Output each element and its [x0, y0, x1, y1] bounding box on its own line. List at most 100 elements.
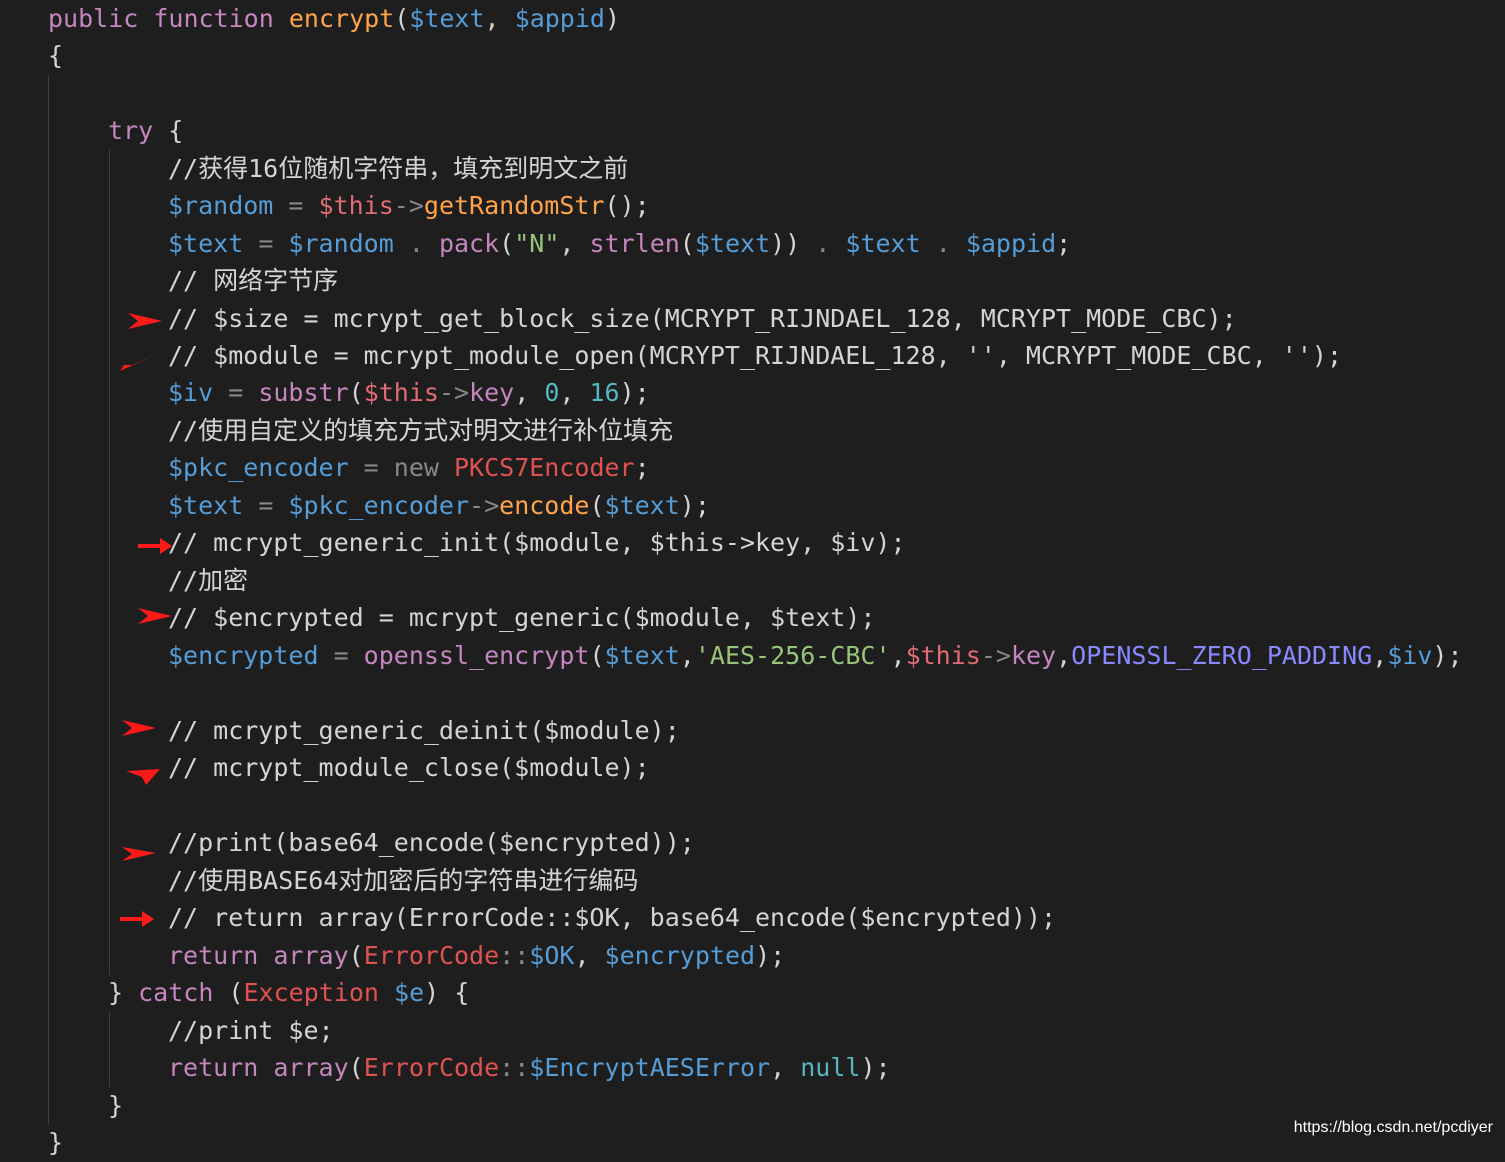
code-token-variable: $iv	[1387, 641, 1433, 670]
code-token-keyword: catch	[138, 978, 214, 1007]
code-token-operator: ->	[469, 491, 500, 520]
code-token-variable: $random	[288, 229, 394, 258]
code-token-operator: =	[213, 378, 259, 407]
code-token-default: }	[108, 1091, 124, 1120]
code-token-default: (	[348, 378, 364, 407]
code-token-variable: $random	[168, 191, 274, 220]
indent-guide-outer	[48, 75, 49, 1125]
code-token-keyword: function	[153, 4, 274, 33]
code-token-default: )	[604, 4, 621, 33]
code-token-operator: = new	[348, 453, 454, 482]
code-token-comment: //print(base64_encode($encrypted));	[168, 828, 695, 857]
code-line: //print(base64_encode($encrypted));	[168, 824, 695, 862]
code-token-operator: =	[243, 491, 289, 520]
code-token-variable: $e	[394, 978, 425, 1007]
code-token-operator: ::	[499, 1053, 530, 1082]
code-line: //使用自定义的填充方式对明文进行补位填充	[168, 412, 673, 450]
code-line: {	[48, 37, 63, 75]
code-token-string: 'AES-256-CBC'	[694, 641, 891, 670]
code-token-operator: .	[393, 229, 439, 258]
code-token-default: ,	[484, 4, 515, 33]
code-token-comment: // $module = mcrypt_module_open(MCRYPT_R…	[168, 341, 1342, 370]
indent-guide-catch	[109, 1012, 110, 1087]
red-arrow-icon	[120, 355, 154, 371]
code-line: // mcrypt_generic_deinit($module);	[168, 712, 680, 750]
code-token-builtin: return	[168, 1053, 259, 1082]
code-token-default: );	[679, 491, 710, 520]
code-token-operator: ->	[393, 191, 424, 220]
code-token-default: ,	[679, 641, 695, 670]
code-token-default: ))	[770, 229, 801, 258]
code-line: //print $e;	[168, 1012, 334, 1050]
code-line: // 网络字节序	[168, 262, 338, 300]
code-token-string: "N"	[514, 229, 560, 258]
code-token-default: );	[860, 1053, 891, 1082]
code-line: // $module = mcrypt_module_open(MCRYPT_R…	[168, 337, 1342, 375]
code-token-comment: // return array(ErrorCode::$OK, base64_e…	[168, 903, 1057, 932]
code-token-default: (	[348, 941, 364, 970]
red-arrow-icon	[128, 313, 162, 329]
code-line: public function encrypt($text, $appid)	[48, 0, 620, 38]
code-token-comment: //加密	[168, 566, 249, 595]
watermark: https://blog.csdn.net/pcdiyer	[1293, 1119, 1493, 1136]
code-token-comment: //使用BASE64对加密后的字符串进行编码	[168, 866, 639, 895]
code-token-comment: // mcrypt_generic_init($module, $this->k…	[168, 528, 906, 557]
code-token-default	[274, 4, 289, 33]
code-line: return array(ErrorCode::$OK, $encrypted)…	[168, 937, 785, 975]
code-token-builtin: substr	[258, 378, 349, 407]
code-token-variable: $text	[694, 229, 771, 258]
code-token-comment: // $encrypted = mcrypt_generic($module, …	[168, 603, 876, 632]
code-token-default: (	[348, 1053, 364, 1082]
code-token-default: ,	[559, 378, 590, 407]
code-line: $pkc_encoder = new PKCS7Encoder;	[168, 449, 650, 487]
code-line: $encrypted = openssl_encrypt($text,'AES-…	[168, 637, 1463, 675]
code-line: return array(ErrorCode::$EncryptAESError…	[168, 1049, 891, 1087]
code-token-class: ErrorCode	[363, 1053, 500, 1082]
code-token-builtin: array	[273, 1053, 349, 1082]
code-token-operator: =	[318, 641, 364, 670]
code-token-function: encrypt	[288, 4, 395, 33]
code-token-operator: =	[273, 191, 319, 220]
code-token-class: PKCS7Encoder	[453, 453, 635, 482]
code-token-operator: ->	[980, 641, 1011, 670]
code-token-comment: //print $e;	[168, 1016, 334, 1045]
red-arrow-icon	[122, 847, 156, 861]
code-line: // return array(ErrorCode::$OK, base64_e…	[168, 899, 1056, 937]
code-token-comment: // mcrypt_module_close($module);	[168, 753, 650, 782]
code-editor[interactable]: public function encrypt($text, $appid){t…	[0, 0, 1505, 1157]
code-token-function: getRandomStr	[423, 191, 605, 220]
code-token-default: ;	[1056, 229, 1072, 258]
code-token-variable: $encrypted	[604, 941, 756, 970]
code-token-constant: OPENSSL_ZERO_PADDING	[1071, 641, 1373, 670]
code-token-default: ,	[514, 378, 545, 407]
code-token-builtin: strlen	[589, 229, 680, 258]
code-token-class: Exception	[243, 978, 379, 1007]
code-line: // $size = mcrypt_get_block_size(MCRYPT_…	[168, 300, 1237, 338]
red-arrow-icon	[126, 769, 160, 785]
code-line: try {	[108, 112, 183, 150]
code-token-function: encode	[499, 491, 590, 520]
code-token-default: ,	[574, 941, 605, 970]
code-token-default: ,	[1056, 641, 1072, 670]
code-token-default: }	[48, 1128, 64, 1157]
code-token-default: ,	[559, 229, 590, 258]
code-line: } catch (Exception $e) {	[108, 974, 469, 1012]
code-token-this: $this	[363, 378, 439, 407]
code-token-default: (	[394, 4, 410, 33]
code-line: $iv = substr($this->key, 0, 16);	[168, 374, 650, 412]
code-token-default: {	[153, 116, 184, 145]
code-line: //加密	[168, 562, 248, 600]
code-token-default	[379, 978, 394, 1007]
red-arrow-icon	[138, 608, 172, 624]
code-token-variable: $text	[409, 4, 485, 33]
code-token-keyword: try	[108, 116, 154, 145]
code-line: //使用BASE64对加密后的字符串进行编码	[168, 862, 638, 900]
code-token-default: ,	[770, 1053, 801, 1082]
code-token-default: ;	[634, 453, 650, 482]
code-line: // $encrypted = mcrypt_generic($module, …	[168, 599, 875, 637]
code-token-variable: $text	[604, 641, 680, 670]
code-token-this: $this	[318, 191, 394, 220]
code-token-default: (	[213, 978, 244, 1007]
code-token-variable: $encrypted	[168, 641, 319, 670]
code-token-keyword: public	[48, 4, 139, 33]
